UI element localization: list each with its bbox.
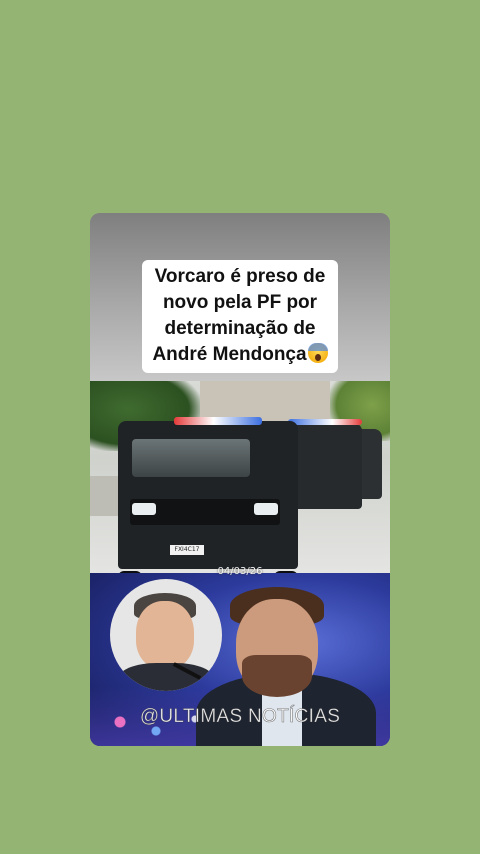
channel-watermark: @ULTIMAS NOTÍCIAS	[139, 706, 341, 728]
headlight-left	[132, 503, 156, 515]
headline-box: Vorcaro é preso de novo pela PF por dete…	[142, 260, 338, 373]
police-vehicles-photo: FXI4C17	[90, 381, 390, 573]
inset-face	[136, 601, 194, 669]
video-date: 04/03/26	[217, 566, 263, 577]
headline-line-3: determinação de	[164, 318, 316, 339]
scream-emoji-icon	[307, 343, 328, 363]
video-frame-top: Vorcaro é preso de novo pela PF por dete…	[90, 213, 390, 383]
siren-lightbar-middle	[288, 419, 362, 425]
news-post-card[interactable]: Vorcaro é preso de novo pela PF por dete…	[90, 213, 390, 746]
headline-line-2: novo pela PF por	[162, 292, 318, 313]
headlight-right	[254, 503, 278, 515]
headline-line-4: André Mendonça	[148, 342, 332, 368]
headline-line-4-text: André Mendonça	[152, 344, 307, 365]
inset-portrait	[110, 579, 222, 691]
reporter-beard	[242, 655, 312, 697]
headline-line-1: Vorcaro é preso de	[154, 266, 326, 287]
windshield	[132, 439, 250, 477]
video-frame-bottom: @ULTIMAS NOTÍCIAS	[90, 573, 390, 746]
siren-lightbar-front	[174, 417, 262, 425]
building	[200, 381, 330, 421]
police-truck-front: FXI4C17	[118, 421, 298, 573]
license-plate: FXI4C17	[170, 545, 204, 555]
